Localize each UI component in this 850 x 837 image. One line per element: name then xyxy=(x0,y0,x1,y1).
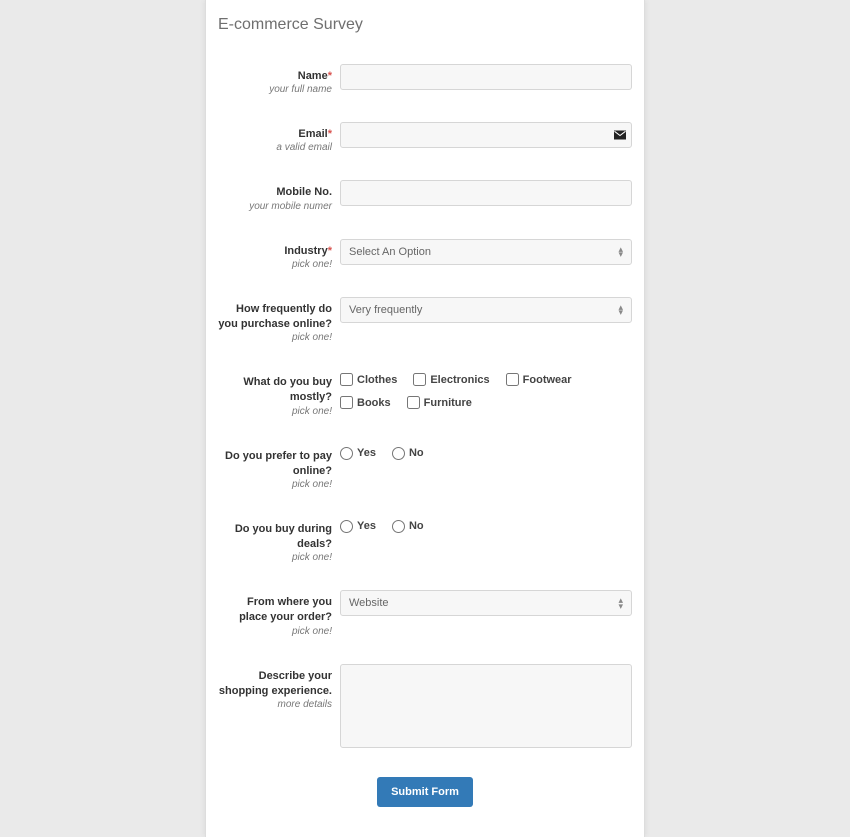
page-title: E-commerce Survey xyxy=(218,16,634,34)
field-mobile: Mobile No. your mobile numer xyxy=(216,180,634,212)
label-name: Name* xyxy=(298,70,332,82)
checkbox-footwear[interactable]: Footwear xyxy=(506,373,572,386)
deals-options: Yes No xyxy=(340,517,632,533)
industry-select[interactable]: Select An Option ▴▾ xyxy=(340,239,632,265)
name-input[interactable] xyxy=(340,64,632,90)
hint-frequency: pick one! xyxy=(216,332,332,344)
hint-industry: pick one! xyxy=(216,259,332,271)
radio-deals-yes[interactable]: Yes xyxy=(340,520,376,533)
hint-buy: pick one! xyxy=(216,406,332,418)
field-order-from: From where you place your order? pick on… xyxy=(216,590,634,637)
label-describe: Describe your shopping experience. xyxy=(219,670,332,697)
checkbox-furniture[interactable]: Furniture xyxy=(407,396,472,409)
label-deals: Do you buy during deals? xyxy=(235,523,332,550)
mobile-input[interactable] xyxy=(340,180,632,206)
label-order-from: From where you place your order? xyxy=(239,596,332,623)
label-pay-online: Do you prefer to pay online? xyxy=(225,450,332,477)
label-industry: Industry* xyxy=(284,245,332,257)
hint-describe: more details xyxy=(216,699,332,711)
hint-email: a valid email xyxy=(216,142,332,154)
checkbox-clothes[interactable]: Clothes xyxy=(340,373,397,386)
field-frequency: How frequently do you purchase online? p… xyxy=(216,297,634,344)
updown-icon: ▴▾ xyxy=(618,305,623,315)
buy-options: Clothes Electronics Footwear Books Furni… xyxy=(340,370,632,409)
label-mobile: Mobile No. xyxy=(276,186,332,198)
email-input[interactable] xyxy=(340,122,632,148)
field-name: Name* your full name xyxy=(216,64,634,96)
field-email: Email* a valid email xyxy=(216,122,634,154)
label-frequency: How frequently do you purchase online? xyxy=(218,303,332,330)
updown-icon: ▴▾ xyxy=(618,598,623,608)
label-email: Email* xyxy=(298,128,332,140)
describe-textarea[interactable] xyxy=(340,664,632,748)
checkbox-electronics[interactable]: Electronics xyxy=(413,373,489,386)
field-describe: Describe your shopping experience. more … xyxy=(216,664,634,751)
hint-mobile: your mobile numer xyxy=(216,201,332,213)
order-from-select[interactable]: Website ▴▾ xyxy=(340,590,632,616)
radio-deals-no[interactable]: No xyxy=(392,520,424,533)
label-buy: What do you buy mostly? xyxy=(243,376,332,403)
hint-deals: pick one! xyxy=(216,552,332,564)
form-panel: E-commerce Survey Name* your full name E… xyxy=(205,0,645,837)
checkbox-books[interactable]: Books xyxy=(340,396,391,409)
mail-icon xyxy=(614,131,626,140)
field-deals: Do you buy during deals? pick one! Yes N… xyxy=(216,517,634,564)
radio-pay-no[interactable]: No xyxy=(392,447,424,460)
submit-button[interactable]: Submit Form xyxy=(377,777,473,807)
frequency-select[interactable]: Very frequently ▴▾ xyxy=(340,297,632,323)
field-pay-online: Do you prefer to pay online? pick one! Y… xyxy=(216,444,634,491)
field-industry: Industry* pick one! Select An Option ▴▾ xyxy=(216,239,634,271)
hint-name: your full name xyxy=(216,84,332,96)
hint-pay-online: pick one! xyxy=(216,479,332,491)
pay-online-options: Yes No xyxy=(340,444,632,460)
radio-pay-yes[interactable]: Yes xyxy=(340,447,376,460)
updown-icon: ▴▾ xyxy=(618,247,623,257)
hint-order-from: pick one! xyxy=(216,626,332,638)
field-buy: What do you buy mostly? pick one! Clothe… xyxy=(216,370,634,417)
